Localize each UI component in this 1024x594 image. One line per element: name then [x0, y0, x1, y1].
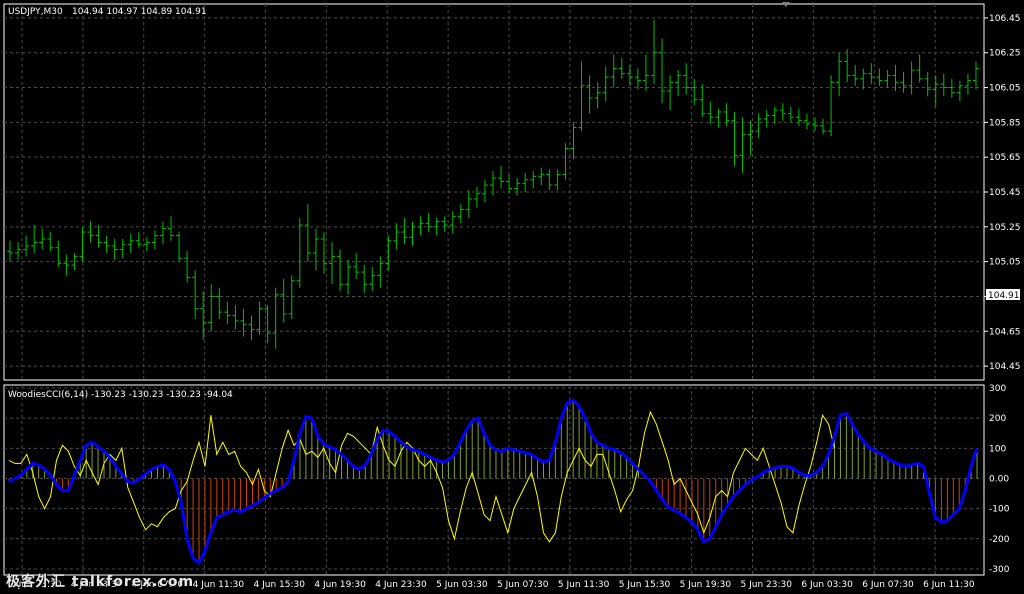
- cci-tick-label: -300: [989, 565, 1010, 575]
- current-price-label: 104.91: [988, 291, 1020, 301]
- price-tick-label: 105.85: [989, 118, 1021, 128]
- cci-tick-label: -200: [989, 535, 1010, 545]
- cci-tick-label: 300: [989, 384, 1006, 394]
- current-price-marker: 104.91: [986, 289, 1020, 301]
- time-label: 5 Jun 23:30: [741, 580, 793, 590]
- price-tick-label: 105.65: [989, 153, 1021, 163]
- price-tick-label: 105.45: [989, 188, 1021, 198]
- time-label: 6 Jun 03:30: [801, 580, 853, 590]
- time-label: 4 Jun 11:30: [193, 580, 245, 590]
- price-tick-label: 105.25: [989, 223, 1021, 233]
- time-label: 5 Jun 19:30: [680, 580, 732, 590]
- time-label: 5 Jun 15:30: [619, 580, 671, 590]
- watermark: 极客外汇 talkforex.com: [6, 574, 195, 590]
- price-tick-label: 106.25: [989, 49, 1021, 59]
- time-label: 4 Jun 15:30: [254, 580, 306, 590]
- ohlc-label: 104.94 104.97 104.89 104.91: [72, 7, 207, 17]
- cci-tick-label: -100: [989, 505, 1010, 515]
- price-tick-label: 106.05: [989, 84, 1021, 94]
- time-label: 5 Jun 07:30: [497, 580, 549, 590]
- cci-tick-label: 100: [989, 444, 1006, 454]
- trading-chart[interactable]: 106.45 106.25 106.05 105.85 105.65 105.45 105.…: [0, 0, 1024, 594]
- price-tick-label: 105.05: [989, 258, 1021, 268]
- indicator-label: WoodiesCCI(6,14) -130.23 -130.23 -130.23…: [8, 390, 233, 400]
- time-label: 5 Jun 11:30: [558, 580, 610, 590]
- time-label: 6 Jun 11:30: [923, 580, 975, 590]
- price-tick-label: 106.45: [989, 14, 1021, 24]
- price-tick-label: 104.65: [989, 327, 1021, 337]
- time-label: 6 Jun 07:30: [862, 580, 914, 590]
- cci-tick-label: 200: [989, 414, 1006, 424]
- time-label: 4 Jun 19:30: [314, 580, 366, 590]
- time-label: 4 Jun 23:30: [375, 580, 427, 590]
- price-tick-label: 104.45: [989, 362, 1021, 372]
- symbol-label: USDJPY,M30: [8, 7, 63, 17]
- time-label: 5 Jun 03:30: [436, 580, 488, 590]
- cci-tick-label: 0.00: [989, 474, 1009, 484]
